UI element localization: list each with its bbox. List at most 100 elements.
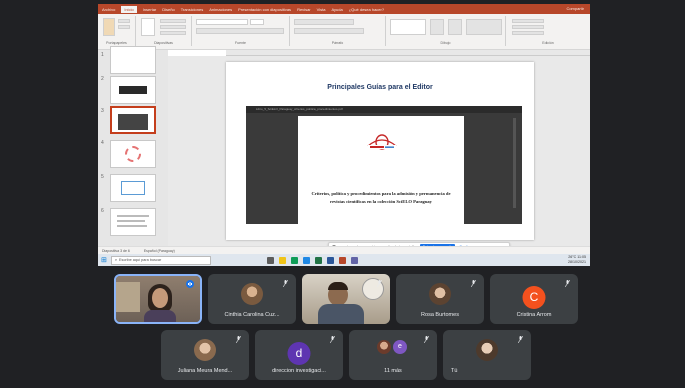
participant-name: Cinthia Carolina Cuz... [224, 312, 280, 318]
file-explorer-icon[interactable] [278, 256, 286, 264]
ribbon-tabs: Archivo Inicio Insertar Diseño Transicio… [98, 4, 590, 14]
slide-number: 6 [101, 208, 104, 214]
slide-editor: Principales Guías para el Editor Libro_5… [168, 56, 590, 252]
tab-animaciones[interactable]: Animaciones [209, 7, 232, 12]
select-button[interactable] [512, 31, 544, 35]
mic-muted-icon [518, 336, 523, 343]
ribbon-group-label: Portapapeles [106, 41, 127, 45]
teams-icon[interactable] [350, 256, 358, 264]
task-view-icon[interactable] [266, 256, 274, 264]
font-family-select[interactable] [196, 19, 248, 25]
powerpoint-icon[interactable] [338, 256, 346, 264]
ribbon-group-paragraph: Párrafo [290, 16, 386, 46]
section-button[interactable] [160, 31, 186, 35]
tab-transiciones[interactable]: Transiciones [181, 7, 204, 12]
meet-window: Archivo Inicio Insertar Diseño Transicio… [0, 0, 685, 388]
avatar [241, 283, 263, 305]
taskbar-apps [266, 256, 358, 264]
slide-thumbnail-6[interactable] [110, 208, 156, 236]
avatar-letter-e: e [393, 340, 407, 354]
clock-time: 11:05 [577, 255, 586, 259]
windows-start-icon[interactable]: ⊞ [101, 256, 107, 264]
participant-name: Rosa Burtomes [421, 312, 459, 318]
participant-tile[interactable]: Juliana Meura Mend... [161, 330, 249, 380]
word-icon[interactable] [326, 256, 334, 264]
mic-muted-icon [424, 336, 429, 343]
slide-number: 4 [101, 140, 104, 146]
avatar [476, 339, 498, 361]
layout-button[interactable] [160, 19, 186, 23]
clock-date: 28/10/2021 [568, 260, 586, 264]
avatar-letter: C [522, 286, 546, 309]
tab-diseno[interactable]: Diseño [162, 7, 174, 12]
weather-temp: 26°C [568, 255, 577, 259]
paste-icon[interactable] [103, 18, 115, 36]
shapes-gallery[interactable] [390, 19, 426, 35]
replace-button[interactable] [512, 25, 544, 29]
quick-styles-icon[interactable] [448, 19, 462, 35]
arrange-icon[interactable] [430, 19, 444, 35]
mic-muted-icon [565, 280, 570, 287]
mic-muted-icon [377, 280, 382, 287]
ribbon-group-label: Fuente [235, 41, 246, 45]
copy-icon[interactable] [118, 25, 130, 29]
tell-me-search[interactable]: ¿Qué desea hacer? [349, 7, 384, 12]
participant-tile[interactable]: Cinthia Carolina Cuz... [208, 274, 296, 324]
slide-thumbnail-4[interactable] [110, 140, 156, 168]
speaking-indicator-icon [186, 280, 194, 288]
cut-icon[interactable] [118, 19, 130, 23]
share-button[interactable]: Compartir [566, 6, 584, 11]
more-participants-tile[interactable]: e 11 más [349, 330, 437, 380]
edge-icon[interactable] [302, 256, 310, 264]
taskbar-search[interactable]: ⌕ Escribe aquí para buscar [110, 255, 211, 265]
slide-number: 2 [101, 76, 104, 82]
ribbon: Portapapeles Diapositivas Fuente Párrafo [98, 14, 590, 50]
slide-thumbnails-pane: 1 2 3 4 5 6 [98, 46, 168, 246]
participant-tile[interactable]: d direccion investigaci... [255, 330, 343, 380]
font-format-buttons[interactable] [196, 28, 284, 34]
tab-insertar[interactable]: Insertar [143, 7, 157, 12]
participant-tile-video[interactable] [302, 274, 390, 324]
chrome-icon[interactable] [290, 256, 298, 264]
slide-thumbnail-1[interactable] [110, 46, 156, 74]
tab-presentacion[interactable]: Presentación con diapositivas [238, 7, 291, 12]
participant-tile[interactable]: C Cristina Arrom [490, 274, 578, 324]
tab-inicio[interactable]: Inicio [121, 5, 137, 13]
slide-title[interactable]: Principales Guías para el Editor [226, 84, 534, 91]
participant-tile-self-video[interactable] [114, 274, 202, 324]
find-button[interactable] [512, 19, 544, 23]
participant-tile[interactable]: Rosa Burtomes [396, 274, 484, 324]
more-participants-label: 11 más [384, 368, 402, 374]
align-buttons[interactable] [294, 28, 364, 34]
system-tray[interactable]: 26°C 11:05 28/10/2021 [568, 255, 586, 265]
language-status[interactable]: Español (Paraguay) [144, 249, 175, 253]
excel-icon[interactable] [314, 256, 322, 264]
tab-vista[interactable]: Vista [317, 7, 326, 12]
ribbon-group-slides: Diapositivas [136, 16, 192, 46]
tab-ayuda[interactable]: Ayuda [331, 7, 342, 12]
list-buttons[interactable] [294, 19, 354, 25]
ribbon-group-drawing: Dibujo [386, 16, 506, 46]
shape-format-buttons[interactable] [466, 19, 502, 35]
current-slide[interactable]: Principales Guías para el Editor Libro_5… [226, 62, 534, 240]
mic-muted-icon [471, 280, 476, 287]
ribbon-group-font: Fuente [192, 16, 290, 46]
slide-thumbnail-5[interactable] [110, 174, 156, 202]
slide-counter: Diapositiva 3 de 6 [102, 248, 130, 253]
slide-thumbnail-3[interactable] [110, 106, 156, 134]
embedded-pdf-image[interactable]: Libro_5_SciELO_Paraguay_criterios_politi… [246, 106, 522, 224]
mic-muted-icon [283, 280, 288, 287]
status-bar: Diapositiva 3 de 6 Español (Paraguay) [98, 246, 590, 254]
new-slide-icon[interactable] [141, 18, 155, 36]
slide-thumbnail-2[interactable] [110, 76, 156, 104]
avatar-letter: d [287, 342, 311, 365]
font-size-select[interactable] [250, 19, 264, 25]
reset-button[interactable] [160, 25, 186, 29]
participant-name: Tú [451, 368, 458, 374]
tab-revisar[interactable]: Revisar [297, 7, 311, 12]
tab-archivo[interactable]: Archivo [102, 7, 115, 12]
participant-tile-self[interactable]: Tú [443, 330, 531, 380]
pdf-scrollbar[interactable] [513, 118, 516, 208]
mic-muted-icon [330, 336, 335, 343]
pdf-viewer-title: Libro_5_SciELO_Paraguay_criterios_politi… [246, 106, 522, 113]
